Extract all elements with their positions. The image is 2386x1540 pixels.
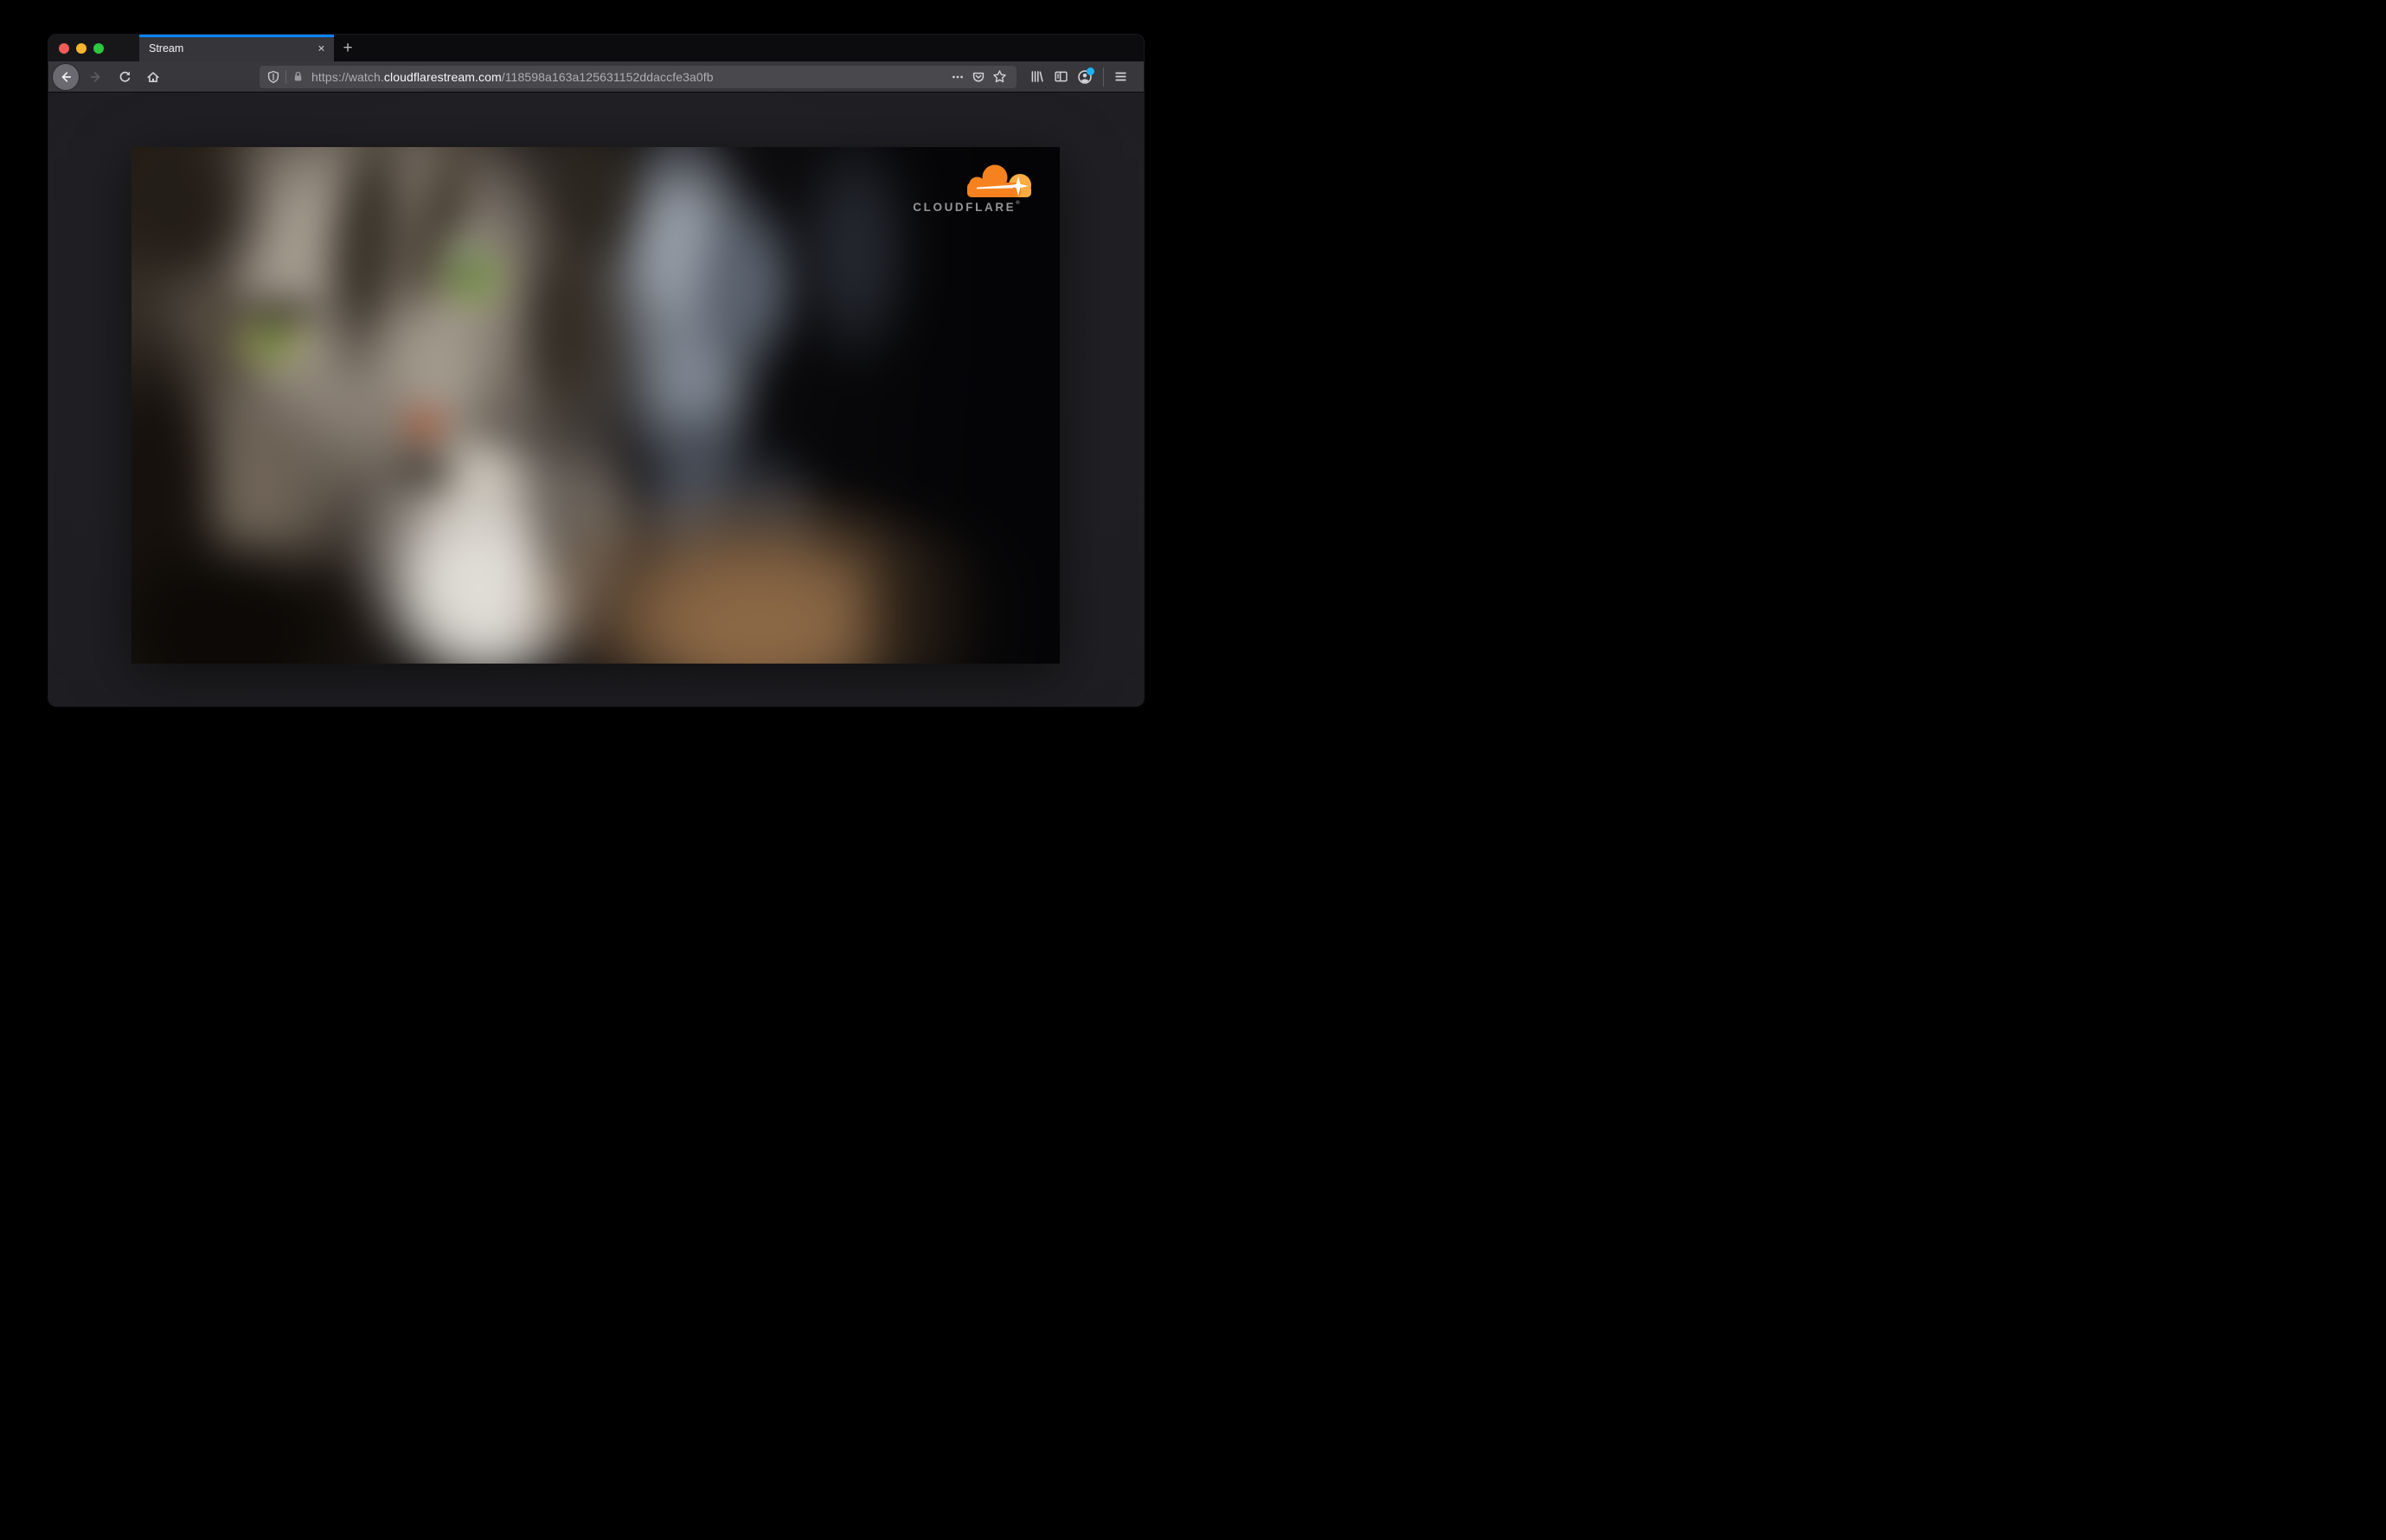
ellipsis-icon: [952, 75, 963, 78]
titlebar: [48, 35, 139, 61]
bookmark-star-button[interactable]: [989, 65, 1010, 89]
url-text: https://watch.cloudflarestream.com/11859…: [311, 70, 714, 84]
pocket-icon: [972, 72, 985, 81]
toolbar-right-group: [1025, 65, 1133, 89]
library-button[interactable]: [1025, 65, 1048, 89]
toolbar-divider: [1103, 67, 1104, 87]
cloudflare-logo: CLOUDFLARE®: [897, 164, 1036, 214]
blur-blob: [410, 411, 439, 435]
url-domain: cloudflarestream.com: [383, 69, 502, 84]
tab-title: Stream: [149, 42, 184, 55]
back-arrow-icon: [61, 71, 72, 82]
navigation-toolbar: https://watch.cloudflarestream.com/11859…: [48, 61, 1144, 93]
new-tab-button[interactable]: +: [336, 37, 360, 60]
reload-button[interactable]: [112, 65, 137, 89]
urlbar-actions: [947, 65, 1010, 89]
page-actions-button[interactable]: [947, 65, 968, 89]
hamburger-menu-icon: [1114, 72, 1126, 81]
url-bar[interactable]: https://watch.cloudflarestream.com/11859…: [260, 65, 1017, 89]
menu-button[interactable]: [1109, 65, 1132, 89]
urlbar-divider: [285, 69, 286, 84]
reload-icon: [119, 71, 131, 82]
cloudflare-wordmark: CLOUDFLARE®: [913, 201, 1020, 214]
tracking-protection-shield-icon[interactable]: [266, 70, 280, 84]
close-window-button[interactable]: [59, 42, 69, 54]
cloudflare-cloud-icon: [967, 164, 1031, 197]
tab-bar: Stream × +: [48, 35, 1144, 61]
active-tab-indicator: [139, 35, 334, 37]
save-to-pocket-button[interactable]: [968, 65, 989, 89]
account-button[interactable]: [1074, 65, 1096, 89]
browser-window: Stream × + https://watch.cloudflarestrea…: [48, 35, 1144, 706]
video-player[interactable]: CLOUDFLARE®: [131, 147, 1060, 664]
registered-mark: ®: [1016, 201, 1020, 206]
home-button[interactable]: [141, 65, 165, 89]
tab-bar-empty-space: +: [334, 35, 1144, 61]
account-notification-badge: [1087, 67, 1094, 75]
blur-blob: [459, 244, 478, 298]
url-path: /118598a163a125631152ddaccfe3a0fb: [501, 69, 714, 84]
library-icon: [1031, 71, 1043, 82]
blur-blob: [867, 147, 1060, 664]
tab-stream[interactable]: Stream ×: [139, 35, 334, 61]
url-scheme: https://watch.: [311, 69, 384, 84]
forward-arrow-icon: [90, 71, 100, 82]
blurred-cat-video-frame: [131, 147, 1060, 664]
forward-button[interactable]: [84, 65, 108, 89]
zoom-window-button[interactable]: [93, 42, 104, 54]
back-button[interactable]: [53, 63, 79, 90]
sidebar-button[interactable]: [1049, 65, 1072, 89]
sidebar-icon: [1054, 71, 1068, 82]
page-content: CLOUDFLARE®: [48, 93, 1144, 705]
close-tab-icon[interactable]: ×: [314, 41, 329, 55]
home-icon: [147, 71, 159, 82]
lock-icon[interactable]: [292, 70, 305, 83]
minimize-window-button[interactable]: [76, 42, 87, 54]
star-icon: [992, 70, 1006, 83]
